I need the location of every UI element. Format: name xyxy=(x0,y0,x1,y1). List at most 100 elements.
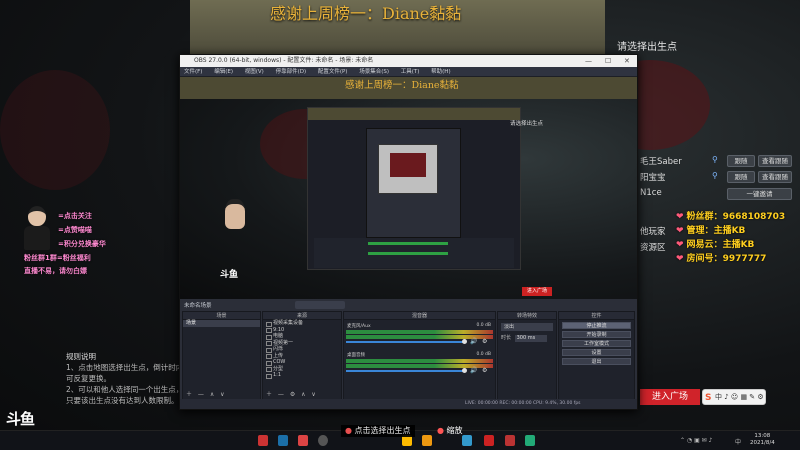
ime-indicator[interactable]: 中 xyxy=(735,437,741,446)
obs-window: OBS 27.0.0 (64-bit, windows) - 配置文件: 未命名… xyxy=(179,54,638,410)
follow-button[interactable]: 跟随 xyxy=(727,171,755,183)
gear-icon[interactable]: ⚙ xyxy=(482,338,487,345)
overlay-line: =积分兑换豪华 xyxy=(58,240,106,248)
app-icon[interactable] xyxy=(505,435,515,446)
dot-icon: ● xyxy=(437,426,444,435)
system-tray[interactable]: ⌃ ◔ ▣ ✉ ♪ xyxy=(680,437,712,444)
properties-button[interactable] xyxy=(295,301,345,309)
mixer-channel-name: 桌面音频 xyxy=(347,353,365,358)
overlay-line: 粉丝群1群=粉丝福利 xyxy=(24,254,91,262)
obs-title-text: OBS 27.0.0 (64-bit, windows) - 配置文件: 未命名… xyxy=(194,57,374,64)
app-icon[interactable] xyxy=(484,435,494,446)
heart-icon: ❤ xyxy=(676,212,684,222)
stop-streaming-button[interactable]: 停止推流 xyxy=(562,321,631,329)
obs-icon[interactable] xyxy=(318,435,328,446)
transition-select[interactable]: 淡出 xyxy=(501,323,553,331)
view-follow-button[interactable]: 查看跟随 xyxy=(758,155,792,167)
bottom-toast-2: ● 缩放 xyxy=(437,426,463,435)
menu-docks[interactable]: 停靠部件(D) xyxy=(276,69,307,75)
source-toolbar[interactable]: ＋ — ⚙ ∧ ∨ xyxy=(266,389,318,398)
menu-scene-collection[interactable]: 场景集合(S) xyxy=(359,69,389,75)
source-item[interactable]: 1:1 xyxy=(263,372,341,379)
scene-item[interactable]: 场景 xyxy=(183,320,260,327)
obs-menubar: 文件(F) 编辑(E) 视图(V) 停靠部件(D) 配置文件(P) 场景集合(S… xyxy=(180,67,637,77)
preview-banner: 感谢上周榜一：Diane黏黏 xyxy=(345,80,459,91)
douyu-logo: 斗鱼 xyxy=(6,410,35,428)
app-icon[interactable] xyxy=(462,435,472,446)
preview-enter-button: 进入广场 xyxy=(522,287,552,296)
taskbar-clock[interactable]: 13:08 2021/8/4 xyxy=(750,433,775,447)
volume-slider-knob[interactable] xyxy=(462,368,467,373)
player-name: 资源区 xyxy=(640,243,666,253)
close-icon[interactable]: ✕ xyxy=(624,55,630,67)
player-name: 毛王Saber xyxy=(640,157,682,167)
volume-slider-knob[interactable] xyxy=(462,339,467,344)
bottom-toast: ● 点击选择出生点 xyxy=(341,425,415,437)
info-admin: ❤ 管理：主播KB xyxy=(676,226,746,236)
speaker-icon[interactable]: 🔊 xyxy=(470,338,477,345)
audio-meter xyxy=(346,359,493,363)
menu-edit[interactable]: 编辑(E) xyxy=(214,69,233,75)
decor-foliage xyxy=(0,70,110,190)
heart-icon: ❤ xyxy=(676,226,684,236)
start-recording-button[interactable]: 开始录制 xyxy=(562,330,631,338)
controls-header: 控件 xyxy=(559,312,634,320)
invite-all-button[interactable]: 一键邀请 xyxy=(727,188,792,200)
player-name: 阳宝宝 xyxy=(640,173,666,183)
nested-obs-preview xyxy=(307,107,521,270)
scene-toolbar[interactable]: ＋ — ∧ ∨ xyxy=(186,389,227,398)
preview-avatar xyxy=(225,199,245,229)
menu-view[interactable]: 视图(V) xyxy=(245,69,264,75)
duration-input[interactable]: 300 ms xyxy=(514,335,547,342)
obs-titlebar: OBS 27.0.0 (64-bit, windows) - 配置文件: 未命名… xyxy=(180,55,637,67)
sogou-ime-toolbar[interactable]: S中 ♪ ☺ ▦ ✎ ⚙ xyxy=(702,389,766,405)
mixer-channel-db: 0.0 dB xyxy=(476,323,491,328)
overlay-line: 直播不易，请勿白嫖 xyxy=(24,267,87,275)
steam-icon[interactable] xyxy=(278,435,288,446)
menu-file[interactable]: 文件(F) xyxy=(184,69,202,75)
preview-scene: 斗鱼 xyxy=(180,99,637,299)
menu-tools[interactable]: 工具(T) xyxy=(401,69,420,75)
info-fan-group: ❤ 粉丝群：9668108703 xyxy=(676,212,786,222)
preview-hint: 请选择出生点 xyxy=(510,121,544,127)
volume-slider[interactable] xyxy=(346,341,464,343)
audio-meter xyxy=(346,330,493,334)
follow-button[interactable]: 跟随 xyxy=(727,155,755,167)
app-icon[interactable] xyxy=(298,435,308,446)
menu-profile[interactable]: 配置文件(P) xyxy=(318,69,348,75)
studio-mode-button[interactable]: 工作室模式 xyxy=(562,339,631,347)
view-follow-button[interactable]: 查看跟随 xyxy=(758,171,792,183)
app-icon[interactable] xyxy=(422,435,432,446)
maximize-icon[interactable]: ☐ xyxy=(605,55,611,67)
location-pin-icon: ⚲ xyxy=(712,171,718,180)
volume-slider[interactable] xyxy=(346,370,464,372)
obs-status-bar: LIVE: 00:00:00 REC: 00:00:00 CPU: 9.4%, … xyxy=(180,399,637,409)
banner-title: 感谢上周榜一：Diane黏黏 xyxy=(270,4,462,23)
scenes-panel: 场景 场景 ＋ — ∧ ∨ xyxy=(182,311,261,400)
clock-date: 2021/8/4 xyxy=(750,440,775,446)
app-icon[interactable] xyxy=(525,435,535,446)
minimize-icon[interactable]: — xyxy=(585,55,592,67)
obs-preview[interactable]: 斗鱼 感谢上周榜一：Diane黏黏 请选择出生点 进入广场 xyxy=(180,77,637,299)
sources-panel: 来源 视频采集设备 9:10 电脑 视频第一 闪烁 上传 COW 分型 1:1 … xyxy=(262,311,342,400)
gear-icon[interactable]: ⚙ xyxy=(482,367,487,374)
info-room: ❤ 房间号：9977777 xyxy=(676,254,767,264)
settings-button[interactable]: 设置 xyxy=(562,348,631,356)
enter-plaza-button[interactable]: 进入广场 xyxy=(640,389,700,405)
mixer-channel-db: 0.0 dB xyxy=(476,352,491,357)
sources-header: 来源 xyxy=(263,312,341,320)
speaker-icon[interactable]: 🔊 xyxy=(470,367,477,374)
controls-panel: 控件 停止推流 开始录制 工作室模式 设置 退出 xyxy=(558,311,635,400)
exit-button[interactable]: 退出 xyxy=(562,357,631,365)
choose-spawn-hint: 请选择出生点 xyxy=(617,42,677,53)
heart-icon: ❤ xyxy=(676,240,684,250)
dock-scene-title: 未命名场景 xyxy=(184,303,212,309)
menu-help[interactable]: 帮助(H) xyxy=(431,69,450,75)
location-pin-icon: ⚲ xyxy=(712,155,718,164)
transitions-header: 转场特效 xyxy=(498,312,556,320)
mixer-header: 混音器 xyxy=(344,312,495,320)
transitions-panel: 转场特效 淡出 时长 300 ms xyxy=(497,311,557,400)
rules-text: 规则说明 1、点击地图选择出生点，倒计时内 可反复更换。 2、可以和他人选择同一… xyxy=(66,352,184,405)
duration-label: 时长 xyxy=(501,335,512,341)
app-icon[interactable] xyxy=(258,435,268,446)
